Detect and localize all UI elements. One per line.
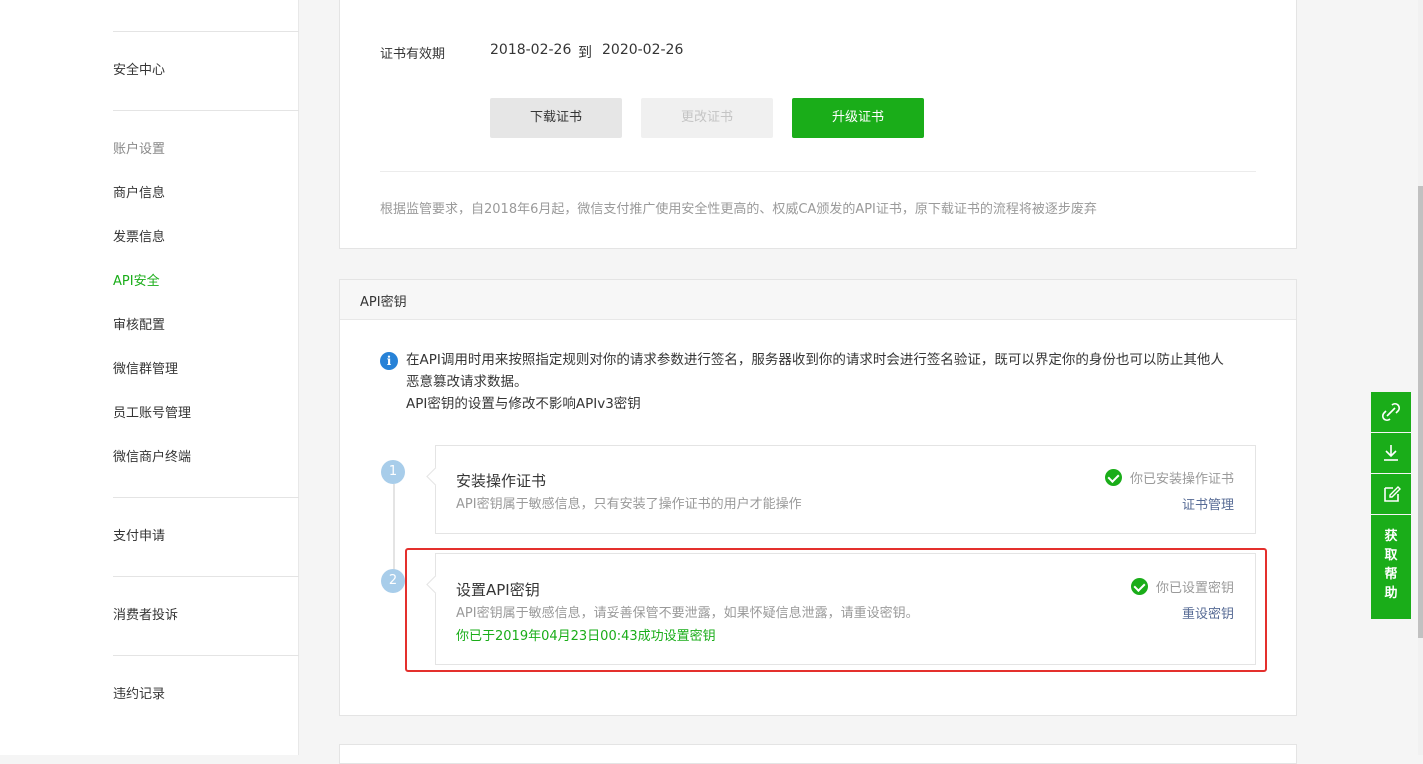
sidebar-group-account-settings: 账户设置: [113, 142, 166, 157]
check-circle-icon: [1104, 469, 1122, 486]
step-status: 你已安装操作证书: [1104, 468, 1234, 487]
float-download-button[interactable]: [1371, 433, 1411, 473]
api-key-info-line: 恶意篡改请求数据。: [406, 374, 528, 390]
certificate-end-date: 2020-02-26: [602, 42, 684, 58]
sidebar-item-staff-accounts[interactable]: 员工账号管理: [113, 404, 191, 424]
info-icon: i: [380, 352, 398, 370]
step-connector: [393, 484, 395, 574]
step-title: 安装操作证书: [456, 472, 547, 490]
sidebar: 安全中心 账户设置 商户信息 发票信息 API安全 审核配置 微信群管理 员工账…: [0, 0, 299, 755]
sidebar-item-security-center[interactable]: 安全中心: [113, 61, 165, 81]
next-card: [339, 744, 1297, 764]
upgrade-certificate-button[interactable]: 升级证书: [792, 98, 924, 138]
step-status-text: 你已设置密钥: [1155, 581, 1234, 596]
sidebar-item-invoice-info[interactable]: 发票信息: [113, 228, 165, 248]
help-char: 助: [1384, 586, 1398, 601]
help-char: 获: [1384, 529, 1398, 544]
step-title: 设置API密钥: [456, 581, 540, 599]
api-key-info-line: API密钥的设置与修改不影响APIv3密钥: [406, 396, 641, 412]
sidebar-item-merchant-terminal[interactable]: 微信商户终端: [113, 448, 191, 468]
download-icon: [1384, 445, 1398, 461]
help-char: 帮: [1384, 567, 1398, 582]
scrollbar-thumb[interactable]: [1418, 186, 1423, 638]
certificate-management-link[interactable]: 证书管理: [1182, 494, 1234, 513]
api-key-info-line: 在API调用时用来按照指定规则对你的请求参数进行签名，服务器收到你的请求时会进行…: [406, 352, 1224, 368]
float-edit-button[interactable]: [1371, 474, 1411, 514]
step-number-2: 2: [381, 569, 405, 593]
help-char: 取: [1384, 548, 1398, 563]
download-certificate-button[interactable]: 下载证书: [490, 98, 622, 138]
sidebar-divider: [113, 655, 299, 656]
sidebar-item-wechat-group[interactable]: 微信群管理: [113, 360, 178, 380]
certificate-notice: 根据监管要求，自2018年6月起，微信支付推广使用安全性更高的、权威CA颁发的A…: [380, 202, 1097, 217]
step-description: API密钥属于敏感信息，请妥善保管不要泄露，如果怀疑信息泄露，请重设密钥。: [456, 606, 919, 621]
divider: [380, 171, 1256, 172]
get-help-button[interactable]: 获 取 帮 助: [1371, 515, 1411, 619]
api-key-card-header: API密钥: [340, 280, 1296, 320]
sidebar-divider: [113, 576, 299, 577]
step-number-1: 1: [381, 460, 405, 484]
sidebar-item-payment-application[interactable]: 支付申请: [113, 527, 165, 547]
certificate-start-date: 2018-02-26: [490, 42, 572, 58]
float-link-button[interactable]: [1371, 392, 1411, 432]
sidebar-divider: [113, 110, 299, 111]
key-set-success-message: 你已于2019年04月23日00:43成功设置密钥: [456, 629, 716, 644]
certificate-validity-label: 证书有效期: [380, 47, 446, 62]
step-description: API密钥属于敏感信息，只有安装了操作证书的用户才能操作: [456, 497, 802, 512]
sidebar-divider: [113, 497, 299, 498]
sidebar-item-violation-records[interactable]: 违约记录: [113, 685, 165, 705]
certificate-date-separator: 到: [578, 45, 592, 61]
check-circle-icon: [1130, 578, 1148, 595]
step-set-api-key: 设置API密钥 API密钥属于敏感信息，请妥善保管不要泄露，如果怀疑信息泄露，请…: [435, 553, 1256, 665]
change-certificate-button[interactable]: 更改证书: [641, 98, 773, 138]
step-status: 你已设置密钥: [1130, 577, 1234, 596]
step-status-text: 你已安装操作证书: [1129, 472, 1234, 487]
sidebar-item-review-config[interactable]: 审核配置: [113, 316, 165, 336]
edit-icon: [1384, 486, 1401, 502]
link-icon: [1381, 402, 1401, 422]
step-install-certificate: 安装操作证书 API密钥属于敏感信息，只有安装了操作证书的用户才能操作 你已安装…: [435, 445, 1256, 534]
sidebar-item-api-security[interactable]: API安全: [113, 272, 160, 292]
reset-key-link[interactable]: 重设密钥: [1182, 603, 1234, 622]
sidebar-item-merchant-info[interactable]: 商户信息: [113, 184, 165, 204]
sidebar-divider: [113, 31, 299, 32]
api-key-title: API密钥: [360, 295, 407, 310]
certificate-card: 证书有效期 2018-02-26 到 2020-02-26 下载证书 更改证书 …: [339, 0, 1297, 249]
sidebar-item-consumer-complaints[interactable]: 消费者投诉: [113, 606, 178, 626]
